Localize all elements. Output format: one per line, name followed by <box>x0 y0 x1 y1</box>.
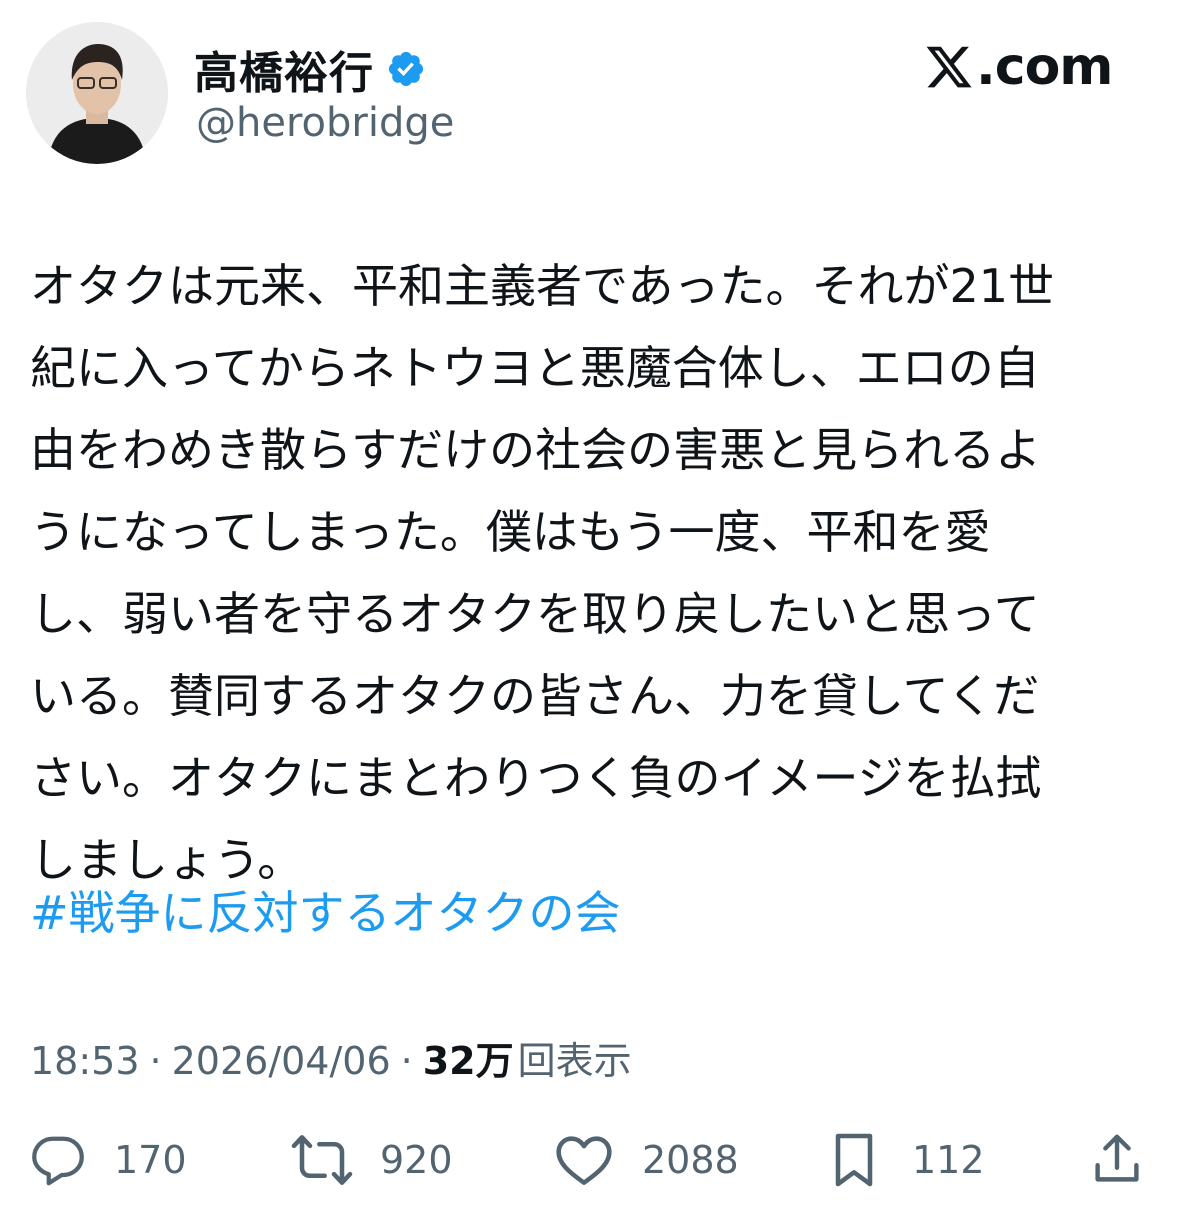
meta-separator: · <box>400 1039 413 1083</box>
tweet-time[interactable]: 18:53 <box>30 1039 140 1083</box>
verified-badge-icon <box>386 49 426 89</box>
share-icon <box>1095 1134 1139 1182</box>
tweet-text: オタクは元来、平和主義者であった。それが21世 紀に入ってからネトウヨと悪魔合体… <box>30 245 1152 901</box>
x-logo-icon <box>926 46 972 88</box>
author-name-row[interactable]: 高橋裕行 <box>194 38 426 100</box>
site-logo: .com <box>924 36 1113 98</box>
tweet-date[interactable]: 2026/04/06 <box>172 1039 391 1083</box>
tweet-line: いる。賛同するオタクの皆さん、力を貸してくだ <box>30 669 1040 723</box>
site-suffix: .com <box>976 37 1113 97</box>
tweet-meta: 18:53 · 2026/04/06 · 32万 回表示 <box>30 1030 632 1085</box>
tweet-line: 由をわめき散らすだけの社会の害悪と見られるよ <box>30 423 1042 477</box>
profile-photo <box>26 22 168 164</box>
tweet-line: オタクは元来、平和主義者であった。それが21世 <box>30 259 1055 313</box>
tweet-line: うになってしまった。僕はもう一度、平和を愛 <box>30 505 991 559</box>
tweet-line: 紀に入ってからネトウヨと悪魔合体し、エロの自 <box>30 341 1040 395</box>
repost-icon <box>291 1135 353 1185</box>
share-button[interactable] <box>1086 1128 1148 1192</box>
bookmark-button[interactable]: 112 <box>822 1128 985 1192</box>
action-bar: 170 920 2088 112 <box>28 1128 1152 1192</box>
views-count: 32万 <box>422 1039 514 1083</box>
tweet-line: さい。オタクにまとわりつく負のイメージを払拭 <box>30 751 1042 805</box>
like-button[interactable]: 2088 <box>552 1128 739 1192</box>
bookmark-count: 112 <box>912 1138 985 1182</box>
display-name[interactable]: 高橋裕行 <box>194 37 374 101</box>
author-handle[interactable]: @herobridge <box>196 100 454 146</box>
repost-count: 920 <box>380 1138 453 1182</box>
reply-icon <box>32 1136 84 1186</box>
repost-button[interactable]: 920 <box>290 1128 453 1192</box>
tweet-line: し、弱い者を守るオタクを取り戻したいと思って <box>30 587 1040 641</box>
like-icon <box>556 1136 612 1185</box>
reply-count: 170 <box>114 1138 187 1182</box>
meta-separator: · <box>149 1039 162 1083</box>
like-count: 2088 <box>642 1138 739 1182</box>
reply-button[interactable]: 170 <box>28 1128 187 1192</box>
avatar[interactable] <box>26 22 168 164</box>
hashtag-link[interactable]: #戦争に反対するオタクの会 <box>30 872 621 954</box>
views-label: 回表示 <box>517 1039 632 1083</box>
bookmark-icon <box>835 1133 873 1187</box>
